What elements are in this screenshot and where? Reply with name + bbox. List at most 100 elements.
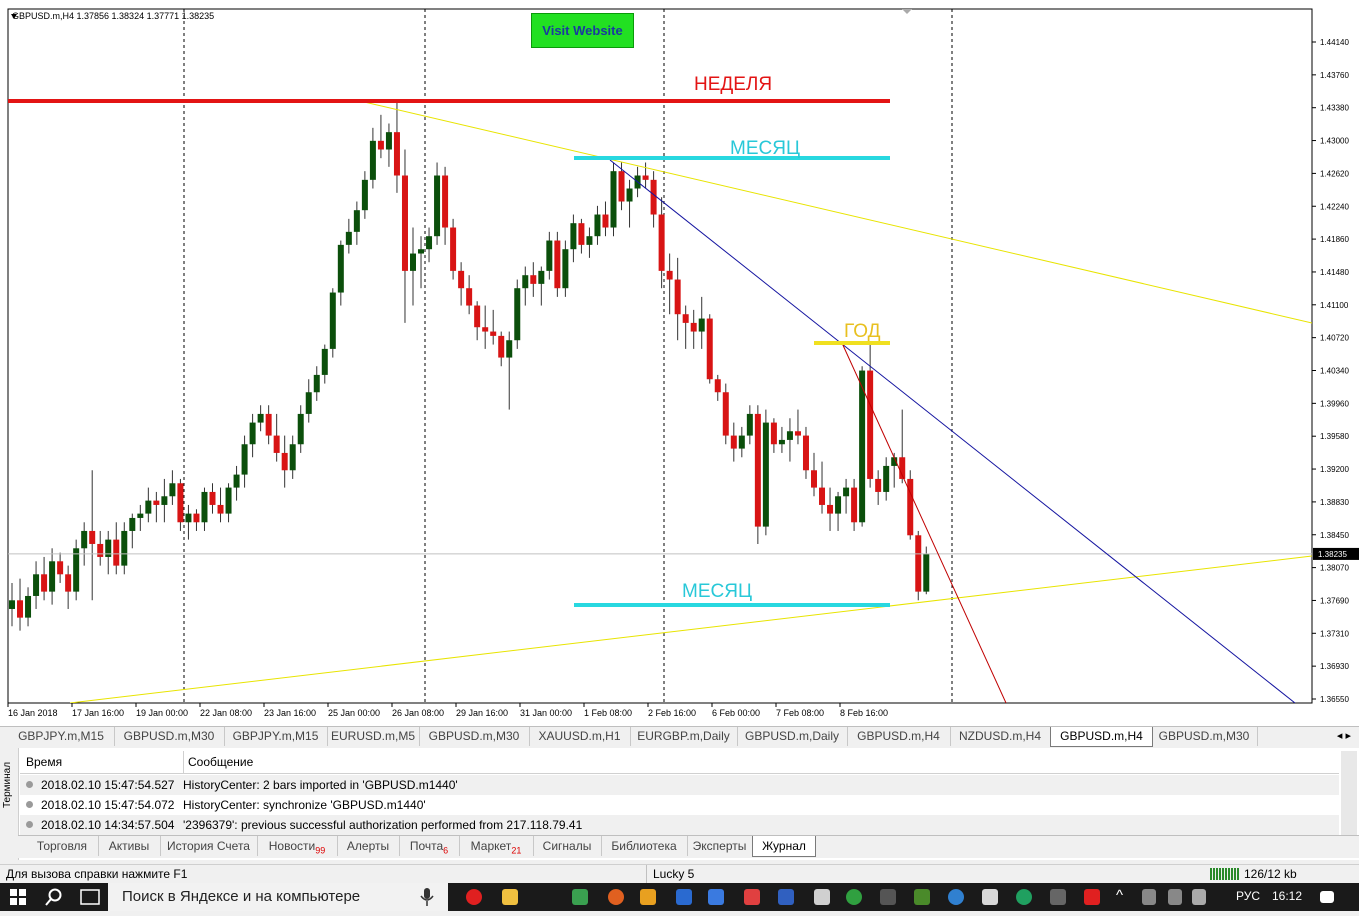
calculator-icon[interactable] — [982, 889, 998, 905]
chart-tab[interactable]: GBPUSD.m,M30 — [419, 727, 530, 746]
candle-bear — [466, 288, 473, 306]
app-icon-12[interactable] — [1016, 889, 1032, 905]
price-label: 1.44140 — [1320, 38, 1349, 47]
app-icon-8[interactable] — [814, 889, 830, 905]
candle-bear — [754, 413, 761, 527]
candle-bull — [81, 530, 88, 549]
terminal-tab[interactable]: Сигналы — [533, 836, 602, 856]
app-icon-9[interactable] — [880, 889, 896, 905]
candle-bear — [401, 175, 408, 271]
notifications-icon[interactable] — [1320, 891, 1334, 903]
app-icon-2[interactable] — [608, 889, 624, 905]
chart-tab[interactable]: GBPUSD.m,Daily — [737, 727, 848, 746]
candle-bull — [353, 210, 360, 232]
chart-tab[interactable]: EURGBP.m,Daily — [630, 727, 738, 746]
chart-tab[interactable]: GBPJPY.m,M15 — [8, 727, 115, 746]
candle-bull — [883, 465, 890, 492]
chart-tab[interactable]: GBPJPY.m,M15 — [224, 727, 328, 746]
price-label: 1.40340 — [1320, 367, 1349, 376]
price-label: 1.41860 — [1320, 235, 1349, 244]
log-info-icon — [26, 801, 33, 808]
yandex-browser-icon[interactable] — [466, 889, 482, 905]
candle-bull — [835, 496, 842, 514]
terminal-tab[interactable]: Эксперты — [687, 836, 753, 856]
app-icon-10[interactable] — [914, 889, 930, 905]
app-icon-11[interactable] — [948, 889, 964, 905]
candle-bull — [361, 179, 368, 211]
chart-window[interactable]: 1.44140 1.43760 1.43380 1.43000 1.42620 1.422… — [0, 0, 1359, 726]
chart-tab[interactable]: GBPUSD.m,H4 — [1050, 727, 1153, 747]
col-message-header[interactable]: Сообщение — [183, 751, 253, 773]
windows-start-icon[interactable] — [10, 889, 26, 905]
app-icon-3[interactable] — [640, 889, 656, 905]
chart-tab[interactable]: NZDUSD.m,H4 — [950, 727, 1051, 746]
chrome-icon[interactable] — [846, 889, 862, 905]
status-profile: Lucky 5 — [646, 865, 694, 883]
candle-bull — [538, 270, 545, 284]
candle-bear — [530, 275, 537, 284]
candle-bear — [89, 530, 96, 544]
time-label: 31 Jan 00:00 — [520, 708, 572, 718]
language-indicator[interactable]: РУС — [1236, 889, 1260, 903]
volume-icon[interactable] — [1168, 889, 1182, 905]
chart-tab[interactable]: GBPUSD.m,M30 — [114, 727, 225, 746]
terminal-tab[interactable]: Активы — [98, 836, 161, 856]
microphone-icon[interactable] — [420, 888, 434, 916]
col-time-header[interactable]: Время — [26, 751, 62, 773]
app-icon-14[interactable] — [1084, 889, 1100, 905]
log-row[interactable]: 2018.02.10 14:34:57.504 '2396379': previ… — [20, 815, 1339, 835]
candle-bear — [875, 478, 882, 492]
candle-bull — [859, 370, 866, 523]
terminal-tab[interactable]: Алерты — [337, 836, 400, 856]
candle-bear — [377, 140, 384, 150]
file-explorer-icon[interactable] — [502, 889, 518, 905]
log-row[interactable]: 2018.02.10 15:47:54.072 HistoryCenter: s… — [20, 795, 1339, 815]
price-chart[interactable]: 1.44140 1.43760 1.43380 1.43000 1.42620 1.422… — [0, 0, 1359, 726]
candle-bull — [49, 561, 56, 592]
log-row[interactable]: 2018.02.10 15:47:54.527 HistoryCenter: 2… — [20, 775, 1339, 795]
visit-website-button[interactable]: Visit Website — [531, 13, 634, 48]
app-icon-4[interactable] — [676, 889, 692, 905]
app-icon-7[interactable] — [778, 889, 794, 905]
candle-bull — [137, 513, 144, 518]
app-icon-5[interactable] — [708, 889, 724, 905]
terminal-tab[interactable]: Маркет21 — [459, 836, 534, 856]
yandex-search-box[interactable]: Поиск в Яндексе и на компьютере — [108, 883, 448, 911]
network-icon[interactable] — [1142, 889, 1156, 905]
app-icon-6[interactable] — [744, 889, 760, 905]
terminal-scrollbar[interactable] — [1341, 751, 1357, 835]
tray-chevron-icon[interactable]: ^ — [1116, 887, 1123, 904]
chart-tab[interactable]: GBPUSD.m,M30 — [1151, 727, 1258, 746]
candle-bull — [313, 374, 320, 393]
candle-bear — [666, 270, 673, 280]
terminal-tab[interactable]: Библиотека — [601, 836, 688, 856]
status-bar: Для вызова справки нажмите F1 Lucky 5 12… — [0, 864, 1359, 883]
cloud-icon[interactable] — [1192, 889, 1206, 905]
terminal-tab[interactable]: Журнал — [752, 836, 816, 857]
time-label: 1 Feb 08:00 — [584, 708, 632, 718]
chart-tab[interactable]: EURUSD.m,M5 — [327, 727, 420, 746]
task-view-icon[interactable] — [80, 889, 100, 908]
candle-bull — [73, 548, 80, 592]
price-label: 1.43380 — [1320, 104, 1349, 113]
chart-tab[interactable]: XAUUSD.m,H1 — [529, 727, 631, 746]
tab-scroll-arrows-icon[interactable]: ◂ ▸ — [1337, 729, 1351, 742]
search-icon[interactable] — [45, 888, 63, 909]
app-icon-1[interactable] — [572, 889, 588, 905]
candle-bear — [17, 600, 24, 618]
candle-bear — [811, 470, 817, 488]
terminal-tab[interactable]: История Счета — [160, 836, 258, 856]
terminal-tab[interactable]: Почта6 — [399, 836, 460, 856]
terminal-tab[interactable]: Торговля — [26, 836, 99, 856]
candle-bear — [554, 240, 561, 289]
clock[interactable]: 16:12 — [1272, 889, 1302, 903]
candle-bear — [851, 487, 858, 523]
chart-tab[interactable]: GBPUSD.m,H4 — [847, 727, 951, 746]
time-label: 25 Jan 00:00 — [328, 708, 380, 718]
app-icon-13[interactable] — [1050, 889, 1066, 905]
time-label: 23 Jan 16:00 — [264, 708, 316, 718]
candle-bear — [658, 214, 665, 271]
candle-bear — [217, 504, 224, 514]
time-label: 22 Jan 08:00 — [200, 708, 252, 718]
terminal-tab[interactable]: Новости99 — [257, 836, 338, 856]
